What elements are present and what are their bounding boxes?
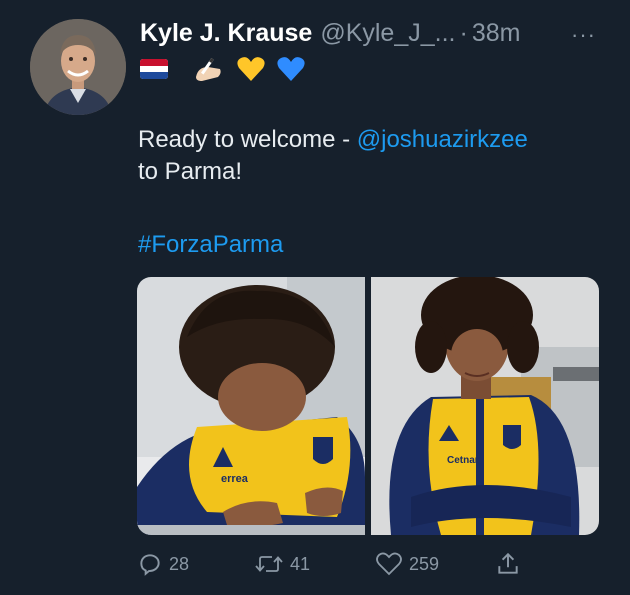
svg-text:errea: errea xyxy=(221,473,249,485)
reply-count: 28 xyxy=(169,553,190,574)
tweet-card[interactable]: Kyle J. Krause @Kyle_J_... · 38m ··· Rea… xyxy=(0,0,630,595)
bio-emoji-row xyxy=(140,54,306,84)
share-button[interactable] xyxy=(495,548,521,580)
media-photo-portrait[interactable]: Cetnar xyxy=(371,277,599,535)
reply-button[interactable]: 28 xyxy=(137,548,189,580)
author-avatar[interactable] xyxy=(30,19,126,115)
share-icon xyxy=(498,552,518,574)
retweet-button[interactable]: 41 xyxy=(254,548,310,580)
hashtag-line: #ForzaParma xyxy=(138,229,283,261)
media-grid: errea Cetnar xyxy=(137,277,599,535)
retweet-count: 41 xyxy=(290,553,311,574)
more-options-icon[interactable]: ··· xyxy=(571,22,596,48)
netherlands-flag-icon xyxy=(140,59,168,79)
author-name[interactable]: Kyle J. Krause xyxy=(140,19,312,48)
tweet-actions: 28 41 259 xyxy=(137,548,527,580)
blue-heart-icon xyxy=(277,57,305,81)
hashtag-link[interactable]: #ForzaParma xyxy=(138,231,283,258)
like-count: 259 xyxy=(409,553,440,574)
reply-icon xyxy=(140,554,160,576)
separator-dot: · xyxy=(459,18,468,47)
yellow-heart-icon xyxy=(237,57,265,81)
tweet-header: Kyle J. Krause @Kyle_J_... · 38m ··· xyxy=(140,16,610,50)
tweet-timestamp[interactable]: 38m xyxy=(472,19,521,48)
writing-hand-icon xyxy=(196,58,221,81)
tweet-text-intro: Ready to welcome - xyxy=(138,126,357,153)
author-handle[interactable]: @Kyle_J_... xyxy=(320,19,455,48)
like-button[interactable]: 259 xyxy=(375,548,439,580)
tweet-body: Ready to welcome - @joshuazirkzee to Par… xyxy=(138,124,608,188)
tweet-text-end: to Parma! xyxy=(138,158,243,185)
media-photo-signing[interactable]: errea xyxy=(137,277,365,535)
heart-icon xyxy=(376,552,402,576)
svg-text:Cetnar: Cetnar xyxy=(447,455,479,466)
retweet-icon xyxy=(255,556,283,572)
mention-link[interactable]: @joshuazirkzee xyxy=(357,126,528,153)
